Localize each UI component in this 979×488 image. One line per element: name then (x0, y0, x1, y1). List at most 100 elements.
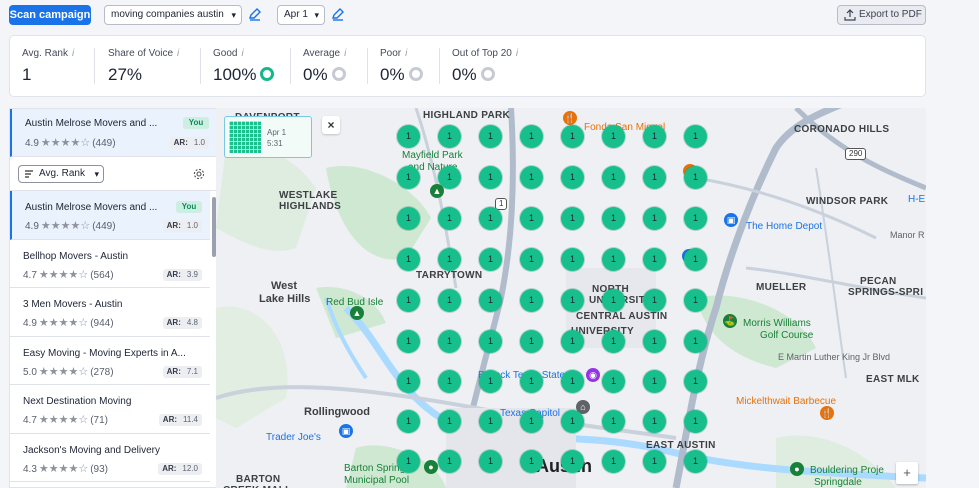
rank-pin[interactable]: 1 (520, 330, 543, 353)
rank-pin[interactable]: 1 (643, 166, 666, 189)
rank-pin[interactable]: 1 (438, 330, 461, 353)
competitor-row[interactable]: Jackson's Moving and Delivery 4.3 ★★★★☆ (93… (10, 434, 210, 482)
rank-pin[interactable]: 1 (684, 125, 707, 148)
info-icon[interactable]: i (344, 48, 346, 59)
shopping-icon: ▣ (724, 213, 738, 227)
competitor-row[interactable]: Easy Moving - Moving Experts in A... 5.0 ★… (10, 337, 210, 385)
rank-pin[interactable]: 1 (438, 410, 461, 433)
rank-pin[interactable]: 1 (438, 166, 461, 189)
rank-pin[interactable]: 1 (520, 289, 543, 312)
zoom-in-button[interactable]: + (896, 462, 918, 484)
rank-pin[interactable]: 1 (684, 450, 707, 473)
rank-pin[interactable]: 1 (397, 125, 420, 148)
rank-pin[interactable]: 1 (479, 370, 502, 393)
rank-pin[interactable]: 1 (397, 330, 420, 353)
export-to-pdf-button[interactable]: Export to PDF (837, 5, 926, 25)
competitor-row[interactable]: Bellhop Movers - Austin 4.7 ★★★★☆ (564) AR: 3… (10, 240, 210, 288)
business-name: Easy Moving - Moving Experts in A... (23, 347, 186, 359)
rank-pin[interactable]: 1 (520, 248, 543, 271)
rank-pin[interactable]: 1 (643, 125, 666, 148)
edit-date-pencil-icon[interactable] (331, 7, 345, 21)
rank-pin[interactable]: 1 (643, 248, 666, 271)
info-icon[interactable]: i (177, 48, 179, 59)
rank-pin[interactable]: 1 (684, 207, 707, 230)
rank-pin[interactable]: 1 (520, 450, 543, 473)
rank-pin[interactable]: 1 (397, 207, 420, 230)
rank-pin[interactable]: 1 (438, 248, 461, 271)
info-icon[interactable]: i (516, 48, 518, 59)
info-icon[interactable]: i (72, 48, 74, 59)
rank-pin[interactable]: 1 (438, 370, 461, 393)
rank-pin[interactable]: 1 (561, 125, 584, 148)
edit-keyword-pencil-icon[interactable] (248, 7, 262, 21)
scan-thumbnail-card[interactable]: Apr 1 5:31 (224, 116, 312, 158)
keyword-select[interactable]: moving companies austin ▾ (104, 5, 242, 25)
rank-pin[interactable]: 1 (479, 125, 502, 148)
rank-pin[interactable]: 1 (397, 248, 420, 271)
sort-select[interactable]: Avg. Rank ▾ (18, 165, 104, 183)
rank-pin[interactable]: 1 (397, 450, 420, 473)
rank-pin[interactable]: 1 (643, 289, 666, 312)
rank-pin[interactable]: 1 (397, 289, 420, 312)
rank-pin[interactable]: 1 (643, 450, 666, 473)
rank-pin[interactable]: 1 (602, 450, 625, 473)
rank-pin[interactable]: 1 (602, 330, 625, 353)
rank-pin[interactable]: 1 (643, 410, 666, 433)
close-icon[interactable]: × (322, 116, 340, 134)
rank-pin[interactable]: 1 (479, 166, 502, 189)
rank-pin[interactable]: 1 (479, 289, 502, 312)
competitor-row[interactable]: 3 Men Movers - Austin 4.9 ★★★★☆ (944) AR: 4.8 (10, 288, 210, 337)
rating-value: 4.9 (25, 221, 39, 232)
rank-pin[interactable]: 1 (479, 450, 502, 473)
gear-icon[interactable] (193, 168, 205, 180)
rank-pin[interactable]: 1 (561, 289, 584, 312)
rank-pin[interactable]: 1 (438, 207, 461, 230)
rank-pin[interactable]: 1 (520, 166, 543, 189)
own-business-card[interactable]: Austin Melrose Movers and ... You 4.9 ★★★… (10, 109, 216, 157)
info-icon[interactable]: i (405, 48, 407, 59)
rank-pin[interactable]: 1 (561, 370, 584, 393)
rank-pin[interactable]: 1 (602, 289, 625, 312)
rank-pin[interactable]: 1 (520, 125, 543, 148)
rank-pin[interactable]: 1 (479, 330, 502, 353)
rank-pin[interactable]: 1 (561, 410, 584, 433)
competitor-row[interactable]: Next Destination Moving 4.7 ★★★★☆ (71) AR: 11… (10, 385, 210, 434)
rank-pin[interactable]: 1 (479, 207, 502, 230)
rank-pin[interactable]: 1 (561, 166, 584, 189)
rank-pin[interactable]: 1 (438, 125, 461, 148)
rank-pin[interactable]: 1 (602, 207, 625, 230)
rank-pin[interactable]: 1 (643, 207, 666, 230)
rank-pin[interactable]: 1 (602, 248, 625, 271)
rank-pin[interactable]: 1 (520, 370, 543, 393)
scan-campaign-button[interactable]: Scan campaign (9, 5, 91, 25)
rank-pin[interactable]: 1 (643, 330, 666, 353)
rank-pin[interactable]: 1 (479, 248, 502, 271)
rank-pin[interactable]: 1 (684, 289, 707, 312)
map[interactable]: DAVENPORTHIGHLAND PARKFonda San MiguelCO… (216, 108, 926, 488)
rank-pin[interactable]: 1 (684, 330, 707, 353)
rank-pin[interactable]: 1 (602, 125, 625, 148)
rank-pin[interactable]: 1 (520, 207, 543, 230)
rank-pin[interactable]: 1 (602, 370, 625, 393)
competitor-row[interactable]: Austin Melrose Movers and ... You 4.9 ★★★★☆… (10, 191, 210, 240)
rank-pin[interactable]: 1 (438, 450, 461, 473)
date-select[interactable]: Apr 1 ▾ (277, 5, 325, 25)
rank-pin[interactable]: 1 (438, 289, 461, 312)
info-icon[interactable]: i (241, 48, 243, 59)
rank-pin[interactable]: 1 (397, 370, 420, 393)
rank-pin[interactable]: 1 (561, 207, 584, 230)
rank-pin[interactable]: 1 (684, 248, 707, 271)
rank-pin[interactable]: 1 (520, 410, 543, 433)
rank-pin[interactable]: 1 (561, 248, 584, 271)
rank-pin[interactable]: 1 (479, 410, 502, 433)
rank-pin[interactable]: 1 (561, 450, 584, 473)
rank-pin[interactable]: 1 (643, 370, 666, 393)
rank-pin[interactable]: 1 (684, 166, 707, 189)
rank-pin[interactable]: 1 (397, 166, 420, 189)
rank-pin[interactable]: 1 (684, 410, 707, 433)
rank-pin[interactable]: 1 (602, 166, 625, 189)
rank-pin[interactable]: 1 (684, 370, 707, 393)
rank-pin[interactable]: 1 (397, 410, 420, 433)
rank-pin[interactable]: 1 (602, 410, 625, 433)
rank-pin[interactable]: 1 (561, 330, 584, 353)
